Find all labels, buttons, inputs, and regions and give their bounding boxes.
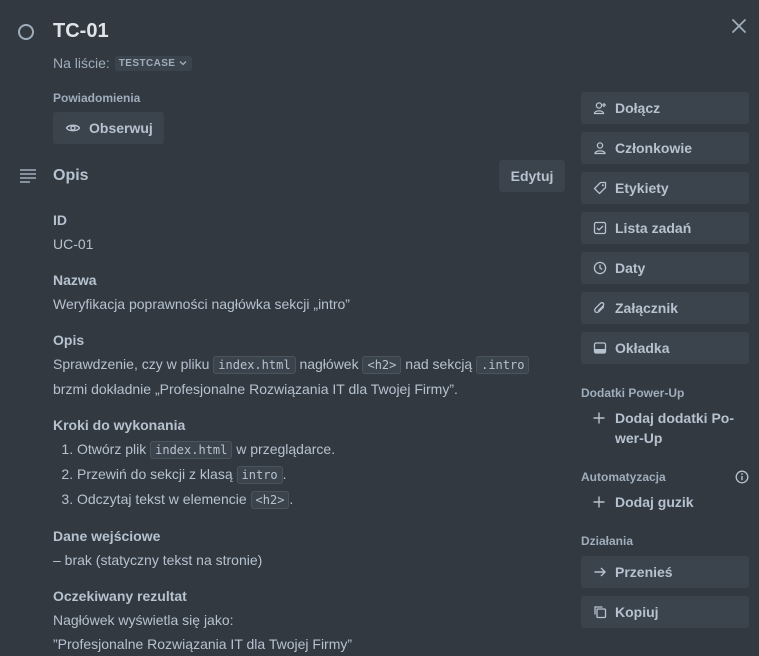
watch-button[interactable]: Obserwuj xyxy=(53,112,164,144)
desc-text: brzmi dokładnie „Profesjonalne Rozwiązan… xyxy=(53,381,458,397)
steps-list: Otwórz plik index.html w przeglądarce. P… xyxy=(53,437,553,512)
copy-label: Kopiuj xyxy=(615,604,659,620)
edit-description-button[interactable]: Edytuj xyxy=(499,160,565,192)
card-title[interactable]: TC-01 xyxy=(53,20,109,43)
add-button-button[interactable]: Dodaj guzik xyxy=(581,492,749,512)
inline-code: index.html xyxy=(150,441,233,459)
powerups-label-text: Dodatki Power-Up xyxy=(581,386,685,400)
steps-heading: Kroki do wykonania xyxy=(53,417,186,433)
actions-label-text: Działania xyxy=(581,534,634,548)
join-button[interactable]: Dołącz xyxy=(581,92,749,124)
copy-button[interactable]: Kopiuj xyxy=(581,596,749,628)
watch-label: Obserwuj xyxy=(89,120,153,136)
list-item: Otwórz plik index.html w przeglądarce. xyxy=(77,437,553,462)
members-button[interactable]: Członkowie xyxy=(581,132,749,164)
id-value: UC-01 xyxy=(53,236,94,252)
list-item: Odczytaj tekst w elemencie <h2>. xyxy=(77,487,553,512)
card-complete-circle-icon[interactable] xyxy=(18,24,34,40)
chevron-down-icon xyxy=(179,61,187,66)
join-label: Dołącz xyxy=(615,100,661,116)
inline-code: <h2> xyxy=(362,356,402,374)
dates-button[interactable]: Daty xyxy=(581,252,749,284)
step-text: . xyxy=(289,491,294,507)
description-body[interactable]: ID UC-01 Nazwa Weryfikacja poprawności n… xyxy=(53,208,553,656)
labels-button[interactable]: Etykiety xyxy=(581,172,749,204)
plus-icon xyxy=(593,412,605,424)
step-text: Przewiń do sekcji z klasą xyxy=(77,466,233,482)
clock-icon xyxy=(593,261,607,275)
desc-text: Sprawdzenie, czy w pliku xyxy=(53,356,210,372)
description-icon xyxy=(19,168,37,184)
info-icon[interactable] xyxy=(735,470,749,484)
list-name: TESTCASE xyxy=(118,57,176,69)
add-powerups-label: Dodaj dodatki Po-wer-Up xyxy=(615,408,734,448)
input-value: – brak (statyczny tekst na stronie) xyxy=(53,552,263,568)
checklist-button[interactable]: Lista zadań xyxy=(581,212,749,244)
checklist-label: Lista zadań xyxy=(615,220,692,236)
add-powerups-line: wer-Up xyxy=(615,430,663,446)
eye-icon xyxy=(65,124,81,132)
step-text: . xyxy=(282,466,287,482)
desc-paragraph: Sprawdzenie, czy w pliku index.html nagł… xyxy=(53,352,553,401)
labels-label: Etykiety xyxy=(615,180,669,196)
inline-code: .intro xyxy=(476,356,530,374)
desc-text: nad sekcją xyxy=(405,356,473,372)
dates-label: Daty xyxy=(615,260,646,276)
checklist-icon xyxy=(593,221,607,235)
step-text: w przeglądarce. xyxy=(236,441,336,457)
name-value: Weryfikacja poprawności nagłówka sekcji … xyxy=(53,296,350,312)
paperclip-icon xyxy=(594,302,605,314)
attachment-button[interactable]: Załącznik xyxy=(581,292,749,324)
add-powerups-button[interactable]: Dodaj dodatki Po-wer-Up xyxy=(581,408,749,448)
step-text: Odczytaj tekst w elemencie xyxy=(77,491,247,507)
user-icon xyxy=(594,142,606,155)
result-heading: Oczekiwany rezultat xyxy=(53,588,187,604)
list-prefix: Na liście: xyxy=(53,55,110,71)
add-powerups-line: Dodaj dodatki Po- xyxy=(615,410,734,426)
close-icon[interactable] xyxy=(728,15,750,37)
desc-text: nagłówek xyxy=(299,356,359,372)
tag-icon xyxy=(593,181,607,195)
plus-icon xyxy=(593,496,605,508)
inline-code: intro xyxy=(236,466,283,484)
step-text: Otwórz plik xyxy=(77,441,147,457)
cover-label: Okładka xyxy=(615,340,670,356)
powerups-label: Dodatki Power-Up xyxy=(581,386,749,400)
id-heading: ID xyxy=(53,212,67,228)
copy-icon xyxy=(594,606,607,619)
result-line: ”Profesjonalne Rozwiązania IT dla Twojej… xyxy=(53,636,353,652)
result-line: Nagłówek wyświetla się jako: xyxy=(53,612,234,628)
desc-section-heading: Opis xyxy=(53,332,85,348)
card-sidebar: Dołącz Członkowie Etykiety Lista zadań D… xyxy=(581,92,749,636)
list-item: Przewiń do sekcji z klasą intro. xyxy=(77,462,553,487)
inline-code: index.html xyxy=(213,356,296,374)
notifications-label: Powiadomienia xyxy=(53,91,141,105)
user-plus-icon xyxy=(593,102,606,115)
list-info: Na liście: TESTCASE xyxy=(53,55,193,71)
automation-label-text: Automatyzacja xyxy=(581,470,666,484)
input-heading: Dane wejściowe xyxy=(53,528,161,544)
move-button[interactable]: Przenieś xyxy=(581,556,749,588)
cover-button[interactable]: Okładka xyxy=(581,332,749,364)
add-button-label: Dodaj guzik xyxy=(615,494,694,510)
name-heading: Nazwa xyxy=(53,272,97,288)
move-label: Przenieś xyxy=(615,564,673,580)
actions-label: Działania xyxy=(581,534,749,548)
inline-code: <h2> xyxy=(250,491,290,509)
description-heading: Opis xyxy=(53,167,89,184)
arrow-right-icon xyxy=(594,567,606,577)
cover-icon xyxy=(593,342,607,354)
members-label: Członkowie xyxy=(615,140,693,156)
automation-label: Automatyzacja xyxy=(581,470,749,484)
list-name-dropdown[interactable]: TESTCASE xyxy=(114,55,193,71)
attachment-label: Załącznik xyxy=(615,300,679,316)
